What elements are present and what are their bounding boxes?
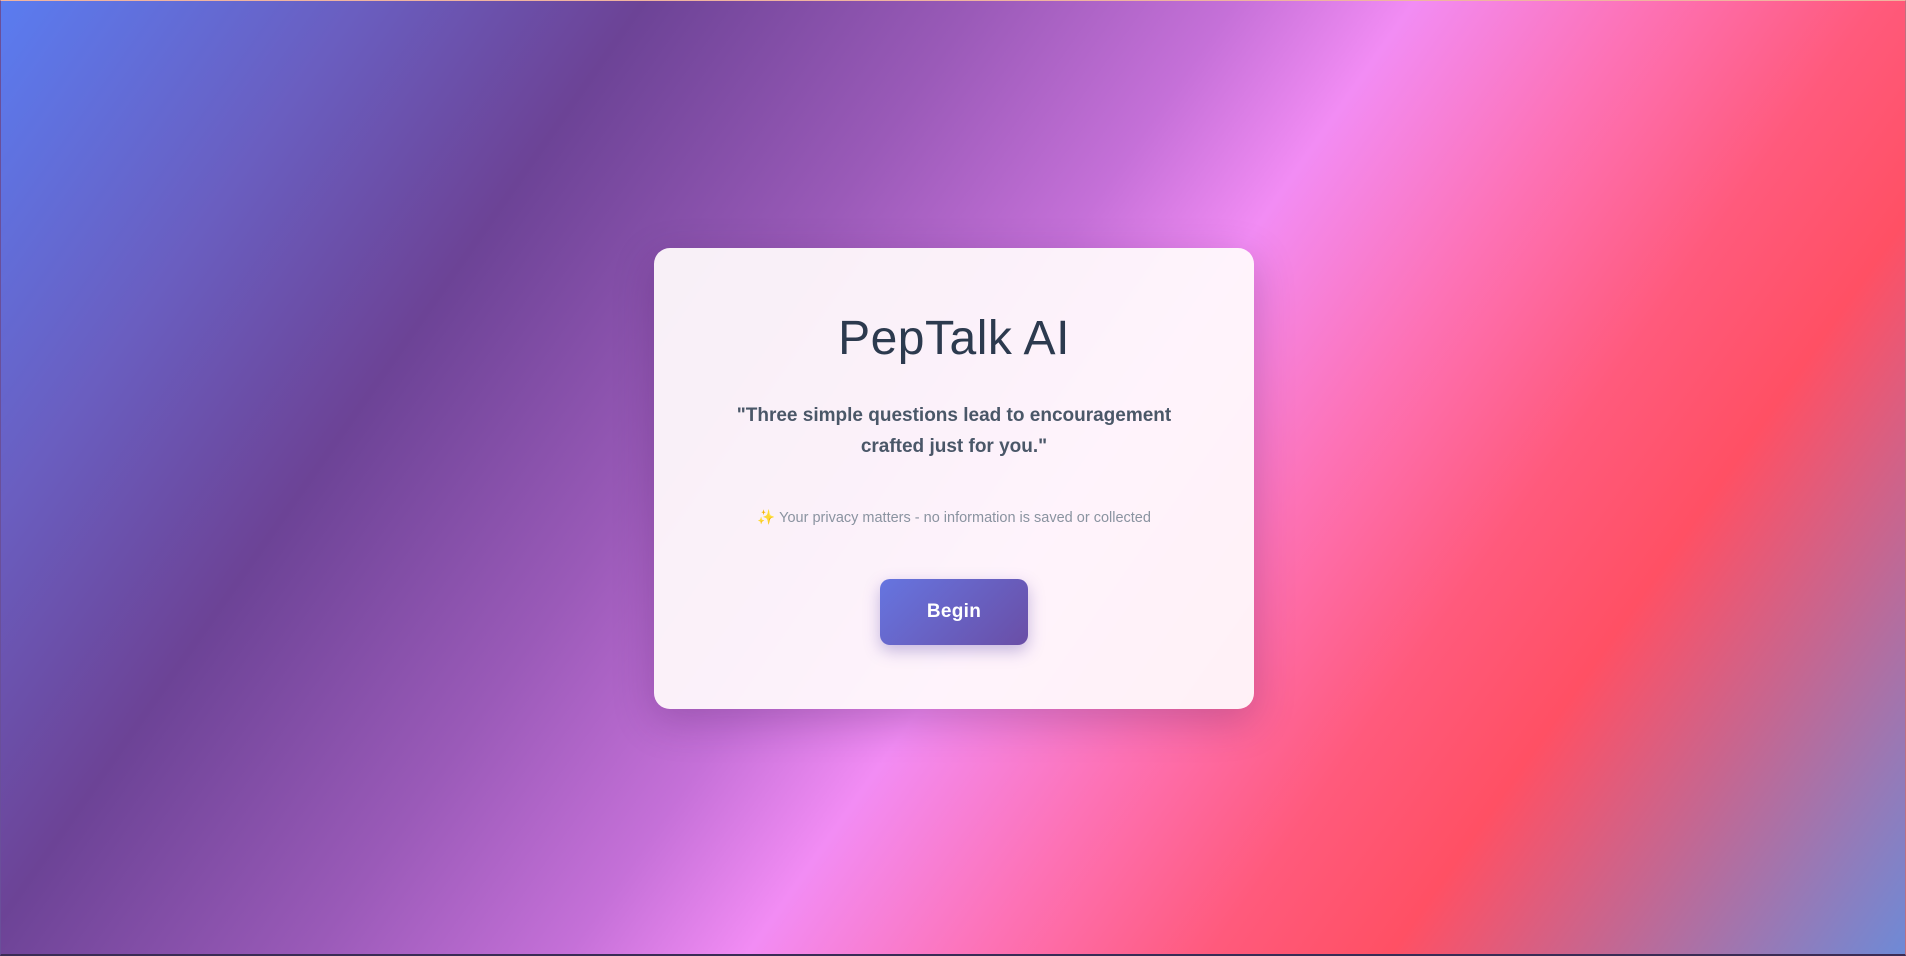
welcome-card: PepTalk AI "Three simple questions lead … xyxy=(654,248,1254,709)
sparkles-icon: ✨ xyxy=(757,510,776,526)
page-background: PepTalk AI "Three simple questions lead … xyxy=(0,0,1906,956)
app-title: PepTalk AI xyxy=(838,312,1070,365)
begin-button[interactable]: Begin xyxy=(880,579,1028,645)
privacy-text: Your privacy matters - no information is… xyxy=(779,510,1151,526)
privacy-notice: ✨ Your privacy matters - no information i… xyxy=(654,508,1254,528)
tagline: "Three simple questions lead to encourag… xyxy=(736,405,1172,457)
